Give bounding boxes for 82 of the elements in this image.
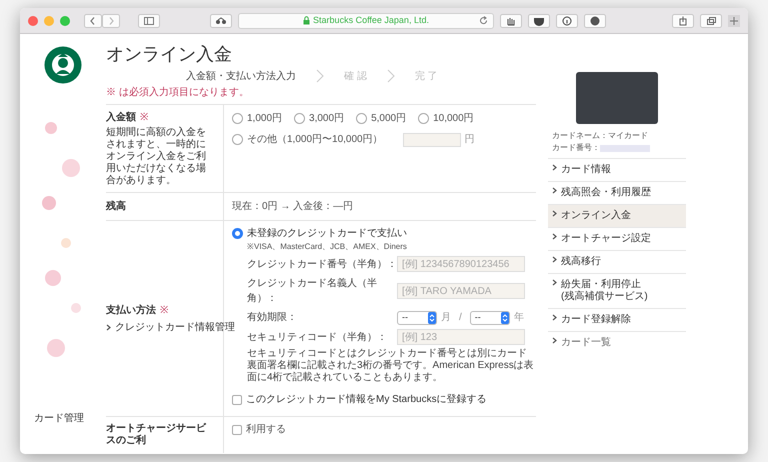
option-label: 1,000円	[247, 112, 282, 126]
text-input[interactable]: [例] 1234567890123456	[397, 256, 525, 272]
field-label: セキュリティコード（半角）：	[247, 330, 388, 344]
step-label: 入金額・支払い方法入力	[186, 70, 296, 84]
info-icon[interactable]	[556, 14, 578, 28]
radio-button[interactable]	[418, 113, 430, 124]
checkbox-label: 利用する	[246, 422, 286, 437]
radio-button[interactable]	[232, 228, 243, 239]
share-icon[interactable]	[672, 14, 694, 28]
option-label: 未登録のクレジットカードで支払い	[247, 226, 407, 241]
amount-input[interactable]	[402, 132, 461, 146]
required-mark: ※	[140, 111, 148, 125]
field-label: クレジットカード番号（半角）：	[247, 258, 397, 272]
required-mark: ※	[160, 304, 168, 318]
chevron-icon	[552, 337, 557, 344]
menu-item[interactable]: 紛失届・利用停止 (残高補償サービス)	[548, 273, 686, 308]
field-label: 残高	[106, 199, 126, 214]
field-label: オートチャージサービスのご利	[106, 423, 208, 447]
logo-icon	[44, 46, 82, 84]
card-brands-note: ※VISA、MasterCard、JCB、AMEX、Diners	[246, 241, 408, 253]
balance-value: 現在：0円 → 入金後：―円	[232, 200, 354, 214]
chevron-icon	[552, 210, 557, 217]
select-dropdown[interactable]: --	[397, 310, 437, 324]
close-button[interactable]	[28, 16, 38, 26]
select-dropdown[interactable]: --	[470, 310, 510, 324]
checkbox[interactable]	[232, 394, 242, 404]
option-label: その他（1,000円〜10,000円）	[247, 133, 383, 147]
step-label: 確 認	[344, 70, 367, 84]
radio-button[interactable]	[294, 113, 306, 124]
forward-icon[interactable]	[102, 14, 120, 28]
option-label: 10,000円	[433, 112, 474, 126]
step-label: 完 了	[414, 70, 438, 84]
option-label: 5,000円	[371, 112, 406, 126]
card-name: カードネーム：マイカード	[552, 130, 649, 142]
chevron-icon	[552, 256, 557, 263]
lock-icon	[303, 16, 310, 25]
chevron-icon	[552, 187, 557, 194]
amount-note: 短期間に高額の入金をされますと、一時的にオンライン入金をご利用いただけなくなる場合があります。	[106, 127, 207, 187]
stepper-icon	[500, 312, 509, 324]
text-input[interactable]: [例] TARO YAMADA	[397, 283, 525, 299]
required-note: ※ は必須入力項目になります。	[106, 86, 250, 100]
chevron-icon	[552, 314, 557, 321]
menu-item[interactable]: 残高移行	[548, 250, 686, 273]
stepper-icon	[428, 312, 436, 324]
checkbox-label: このクレジットカード情報をMy Starbucksに登録する	[246, 392, 487, 407]
field-label: クレジットカード名義人（半角）：	[247, 276, 378, 306]
chevron-icon	[552, 279, 557, 286]
field-label: 入金額	[106, 110, 136, 125]
card-number-label: カード番号：	[552, 142, 600, 154]
card-info-link[interactable]: クレジットカード情報管理	[115, 320, 235, 334]
separator: /	[459, 311, 462, 325]
text-input[interactable]: [例] 123	[397, 329, 525, 345]
radio-button[interactable]	[232, 113, 243, 124]
option-label: 3,000円	[309, 112, 344, 126]
redacted-block	[600, 144, 650, 152]
site-name: Starbucks Coffee Japan, Ltd.	[313, 14, 429, 27]
unit-label: 年	[514, 311, 524, 325]
chevron-icon	[386, 69, 395, 83]
tabs-icon[interactable]	[700, 14, 722, 28]
menu-item[interactable]: カード登録解除	[548, 308, 686, 331]
unit-label: 月	[441, 311, 451, 325]
field-label: 支払い方法	[106, 303, 156, 318]
reload-icon[interactable]	[479, 16, 488, 25]
chevron-icon	[106, 324, 111, 330]
radio-button[interactable]	[356, 113, 368, 124]
sidebar-icon[interactable]	[138, 14, 160, 28]
checkbox[interactable]	[232, 424, 242, 434]
menu-item[interactable]: カード一覧	[548, 331, 686, 354]
unit-label: 円	[464, 133, 475, 147]
back-icon[interactable]	[84, 14, 102, 28]
security-note: セキュリティコードとはクレジットカード番号とは別にカード裏面署名欄に記載された3桁の番号です。American Expressは表面に4桁で記載されていることもあります。	[246, 348, 535, 384]
page-title: オンライン入金	[106, 43, 233, 66]
chevron-icon	[552, 164, 557, 171]
field-label: 有効期限：	[247, 310, 298, 325]
chevron-icon	[316, 69, 324, 83]
new-tab-icon[interactable]	[728, 14, 740, 26]
chevron-icon	[552, 233, 557, 240]
radio-button[interactable]	[232, 134, 243, 145]
menu-item[interactable]: オンライン入金	[548, 204, 686, 227]
menu-item[interactable]: オートチャージ設定	[548, 227, 686, 250]
menu-item[interactable]: カード情報	[548, 158, 686, 181]
side-label: カード管理	[34, 412, 84, 426]
